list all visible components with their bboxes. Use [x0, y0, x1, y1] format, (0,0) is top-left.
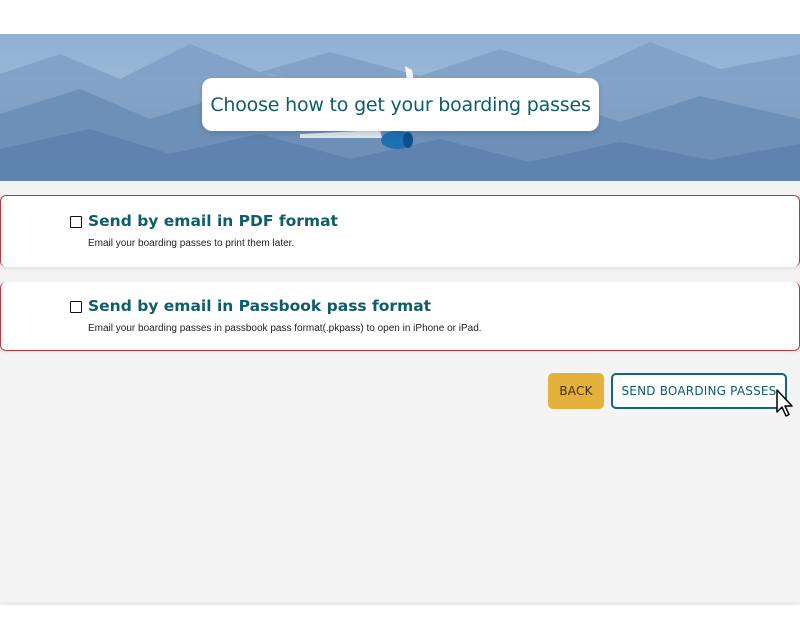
bottom-bar: [0, 605, 800, 640]
options-panel: Send by email in PDF format Email your b…: [0, 181, 800, 605]
option-passbook-title: Send by email in Passbook pass format: [88, 297, 432, 315]
title-card: Choose how to get your boarding passes: [202, 78, 599, 131]
back-button[interactable]: BACK: [548, 373, 604, 409]
send-boarding-passes-button[interactable]: SEND BOARDING PASSES: [611, 373, 787, 409]
option-passbook-description: Email your boarding passes in passbook p…: [88, 323, 482, 334]
option-pdf-title: Send by email in PDF format: [88, 212, 338, 230]
option-passbook[interactable]: Send by email in Passbook pass format Em…: [0, 282, 800, 351]
top-bar: [0, 0, 800, 34]
pdf-checkbox[interactable]: [70, 216, 82, 228]
option-pdf-description: Email your boarding passes to print them…: [88, 238, 295, 249]
page-title: Choose how to get your boarding passes: [210, 93, 591, 116]
passbook-checkbox[interactable]: [70, 301, 82, 313]
option-pdf[interactable]: Send by email in PDF format Email your b…: [0, 195, 800, 267]
hero-banner: Choose how to get your boarding passes: [0, 34, 800, 181]
mouse-cursor-icon: [776, 389, 793, 417]
